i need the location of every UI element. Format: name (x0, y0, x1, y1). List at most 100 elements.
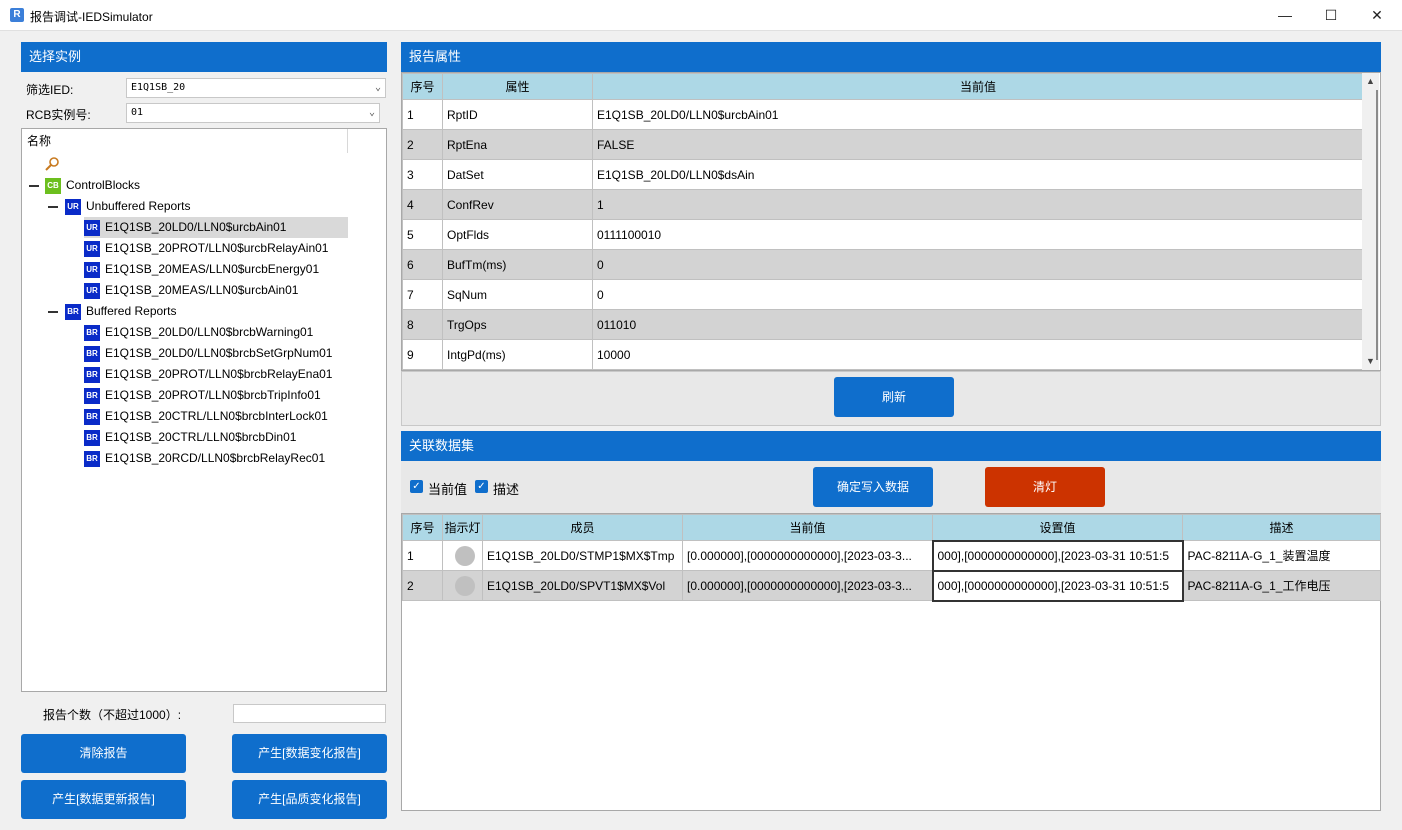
tree-item-br-2[interactable]: BR E1Q1SB_20PROT/LLN0$brcbRelayEna01 (84, 364, 332, 385)
close-button[interactable]: ✕ (1354, 0, 1400, 31)
cell-index: 2 (402, 570, 443, 601)
col-header-index[interactable]: 序号 (402, 514, 443, 541)
refresh-button[interactable]: 刷新 (834, 377, 954, 417)
br-icon: BR (65, 303, 81, 320)
cell-value[interactable]: E1Q1SB_20LD0/LLN0$dsAin (592, 159, 1364, 190)
clear-reports-button[interactable]: 清除报告 (21, 734, 186, 773)
tree-node-controlblocks[interactable]: CB ControlBlocks (45, 175, 140, 196)
tree-node-label: ControlBlocks (66, 178, 141, 192)
scroll-down-icon[interactable]: ▼ (1362, 353, 1379, 370)
tree-item-label: E1Q1SB_20PROT/LLN0$brcbRelayEna01 (105, 367, 333, 381)
collapse-icon[interactable] (48, 311, 58, 313)
cell-attribute: BufTm(ms) (442, 249, 593, 280)
minimize-button[interactable]: — (1262, 0, 1308, 31)
description-checkbox[interactable]: ✓ (475, 480, 488, 493)
table-row[interactable]: 4 ConfRev 1 (402, 189, 1364, 220)
cell-set-value-input[interactable]: 000],[0000000000000],[2023-03-31 10:51:5 (931, 569, 1184, 602)
filter-ied-value: E1Q1SB_20 (131, 82, 186, 93)
report-attributes-header: 报告属性 (401, 42, 1381, 72)
cell-index: 5 (402, 219, 443, 250)
cell-index: 3 (402, 159, 443, 190)
tree-item-ur-1[interactable]: UR E1Q1SB_20PROT/LLN0$urcbRelayAin01 (84, 238, 328, 259)
current-value-checkbox[interactable]: ✓ (410, 480, 423, 493)
scroll-thumb[interactable] (1376, 90, 1378, 360)
tree-item-ur-2[interactable]: UR E1Q1SB_20MEAS/LLN0$urcbEnergy01 (84, 259, 319, 280)
data-change-report-button[interactable]: 产生[数据变化报告] (232, 734, 387, 773)
cell-lamp (442, 570, 483, 601)
tree-column-header: 名称 (22, 129, 348, 153)
rcb-instance-value: 01 (131, 107, 144, 118)
tree-item-br-5[interactable]: BR E1Q1SB_20CTRL/LLN0$brcbDin01 (84, 427, 296, 448)
tree-search-icon[interactable] (44, 153, 64, 174)
col-header-index[interactable]: 序号 (402, 73, 443, 100)
filter-ied-select[interactable]: E1Q1SB_20 ⌄ (126, 78, 386, 98)
col-header-current-value[interactable]: 当前值 (592, 73, 1364, 100)
table-row[interactable]: 7 SqNum 0 (402, 279, 1364, 310)
cell-index: 1 (402, 540, 443, 571)
tree-item-br-0[interactable]: BR E1Q1SB_20LD0/LLN0$brcbWarning01 (84, 322, 313, 343)
table-row[interactable]: 6 BufTm(ms) 0 (402, 249, 1364, 280)
cb-icon: CB (45, 177, 61, 194)
cell-value[interactable]: 011010 (592, 309, 1364, 340)
vertical-scrollbar[interactable]: ▲ ▼ (1362, 73, 1379, 370)
col-header-set-value[interactable]: 设置值 (932, 514, 1183, 541)
quality-change-report-button[interactable]: 产生[品质变化报告] (232, 780, 387, 819)
tree-item-br-3[interactable]: BR E1Q1SB_20PROT/LLN0$brcbTripInfo01 (84, 385, 321, 406)
cell-lamp (442, 540, 483, 571)
cell-value[interactable]: FALSE (592, 129, 1364, 160)
table-row[interactable]: 3 DatSet E1Q1SB_20LD0/LLN0$dsAin (402, 159, 1364, 190)
cell-attribute: ConfRev (442, 189, 593, 220)
tree-item-br-4[interactable]: BR E1Q1SB_20CTRL/LLN0$brcbInterLock01 (84, 406, 328, 427)
ur-icon: UR (84, 261, 100, 278)
col-header-current-value[interactable]: 当前值 (682, 514, 933, 541)
table-row[interactable]: 8 TrgOps 011010 (402, 309, 1364, 340)
br-icon: BR (84, 408, 100, 425)
table-row[interactable]: 2 RptEna FALSE (402, 129, 1364, 160)
clear-lamps-button[interactable]: 清灯 (985, 467, 1105, 507)
cell-value[interactable]: 1 (592, 189, 1364, 220)
table-row[interactable]: 9 IntgPd(ms) 10000 (402, 339, 1364, 370)
tree-item-label: E1Q1SB_20PROT/LLN0$brcbTripInfo01 (105, 388, 321, 402)
confirm-write-button[interactable]: 确定写入数据 (813, 467, 933, 507)
tree-item-br-6[interactable]: BR E1Q1SB_20RCD/LLN0$brcbRelayRec01 (84, 448, 325, 469)
tree-item-label: E1Q1SB_20CTRL/LLN0$brcbDin01 (105, 430, 297, 444)
col-header-description[interactable]: 描述 (1182, 514, 1381, 541)
indicator-lamp-icon (454, 575, 475, 596)
tree-node-buffered[interactable]: BR Buffered Reports (65, 301, 177, 322)
cell-value[interactable]: E1Q1SB_20LD0/LLN0$urcbAin01 (592, 99, 1364, 130)
cell-value[interactable]: 0 (592, 279, 1364, 310)
cell-value[interactable]: 10000 (592, 339, 1364, 370)
table-row[interactable]: 1 RptID E1Q1SB_20LD0/LLN0$urcbAin01 (402, 99, 1364, 130)
maximize-button[interactable]: ☐ (1308, 0, 1354, 31)
tree-node-unbuffered[interactable]: UR Unbuffered Reports (65, 196, 191, 217)
cell-set-value-input[interactable]: 000],[0000000000000],[2023-03-31 10:51:5 (931, 539, 1184, 572)
col-header-lamp[interactable]: 指示灯 (442, 514, 483, 541)
cell-attribute: DatSet (442, 159, 593, 190)
data-update-report-button[interactable]: 产生[数据更新报告] (21, 780, 186, 819)
table-row[interactable]: 1 E1Q1SB_20LD0/STMP1$MX$Tmp [0.000000],[… (402, 539, 1381, 572)
scroll-up-icon[interactable]: ▲ (1362, 73, 1379, 90)
report-count-input[interactable] (233, 704, 386, 723)
collapse-icon[interactable] (29, 185, 39, 187)
col-header-member[interactable]: 成员 (482, 514, 683, 541)
tree-item-label: E1Q1SB_20MEAS/LLN0$urcbAin01 (105, 283, 299, 297)
cell-index: 9 (402, 339, 443, 370)
cell-attribute: RptEna (442, 129, 593, 160)
description-checkbox-label[interactable]: 描述 (493, 479, 519, 498)
cell-attribute: RptID (442, 99, 593, 130)
cell-value[interactable]: 0111100010 (592, 219, 1364, 250)
tree-item-br-1[interactable]: BR E1Q1SB_20LD0/LLN0$brcbSetGrpNum01 (84, 343, 332, 364)
current-value-checkbox-label[interactable]: 当前值 (428, 479, 467, 498)
col-header-attribute[interactable]: 属性 (442, 73, 593, 100)
tree-item-ur-0[interactable]: UR E1Q1SB_20LD0/LLN0$urcbAin01 (84, 217, 348, 238)
cell-value[interactable]: 0 (592, 249, 1364, 280)
rcb-instance-select[interactable]: 01 ⌄ (126, 103, 380, 123)
tree-item-ur-3[interactable]: UR E1Q1SB_20MEAS/LLN0$urcbAin01 (84, 280, 298, 301)
collapse-icon[interactable] (48, 206, 58, 208)
table-row[interactable]: 2 E1Q1SB_20LD0/SPVT1$MX$Vol [0.000000],[… (402, 569, 1381, 602)
cell-member: E1Q1SB_20LD0/STMP1$MX$Tmp (482, 540, 683, 571)
rcb-tree[interactable]: 名称 CB ControlBlocks UR Unbuffered Reports … (21, 128, 387, 692)
table-row[interactable]: 5 OptFlds 0111100010 (402, 219, 1364, 250)
cell-description: PAC-8211A-G_1_工作电压 (1182, 570, 1381, 601)
cell-index: 6 (402, 249, 443, 280)
